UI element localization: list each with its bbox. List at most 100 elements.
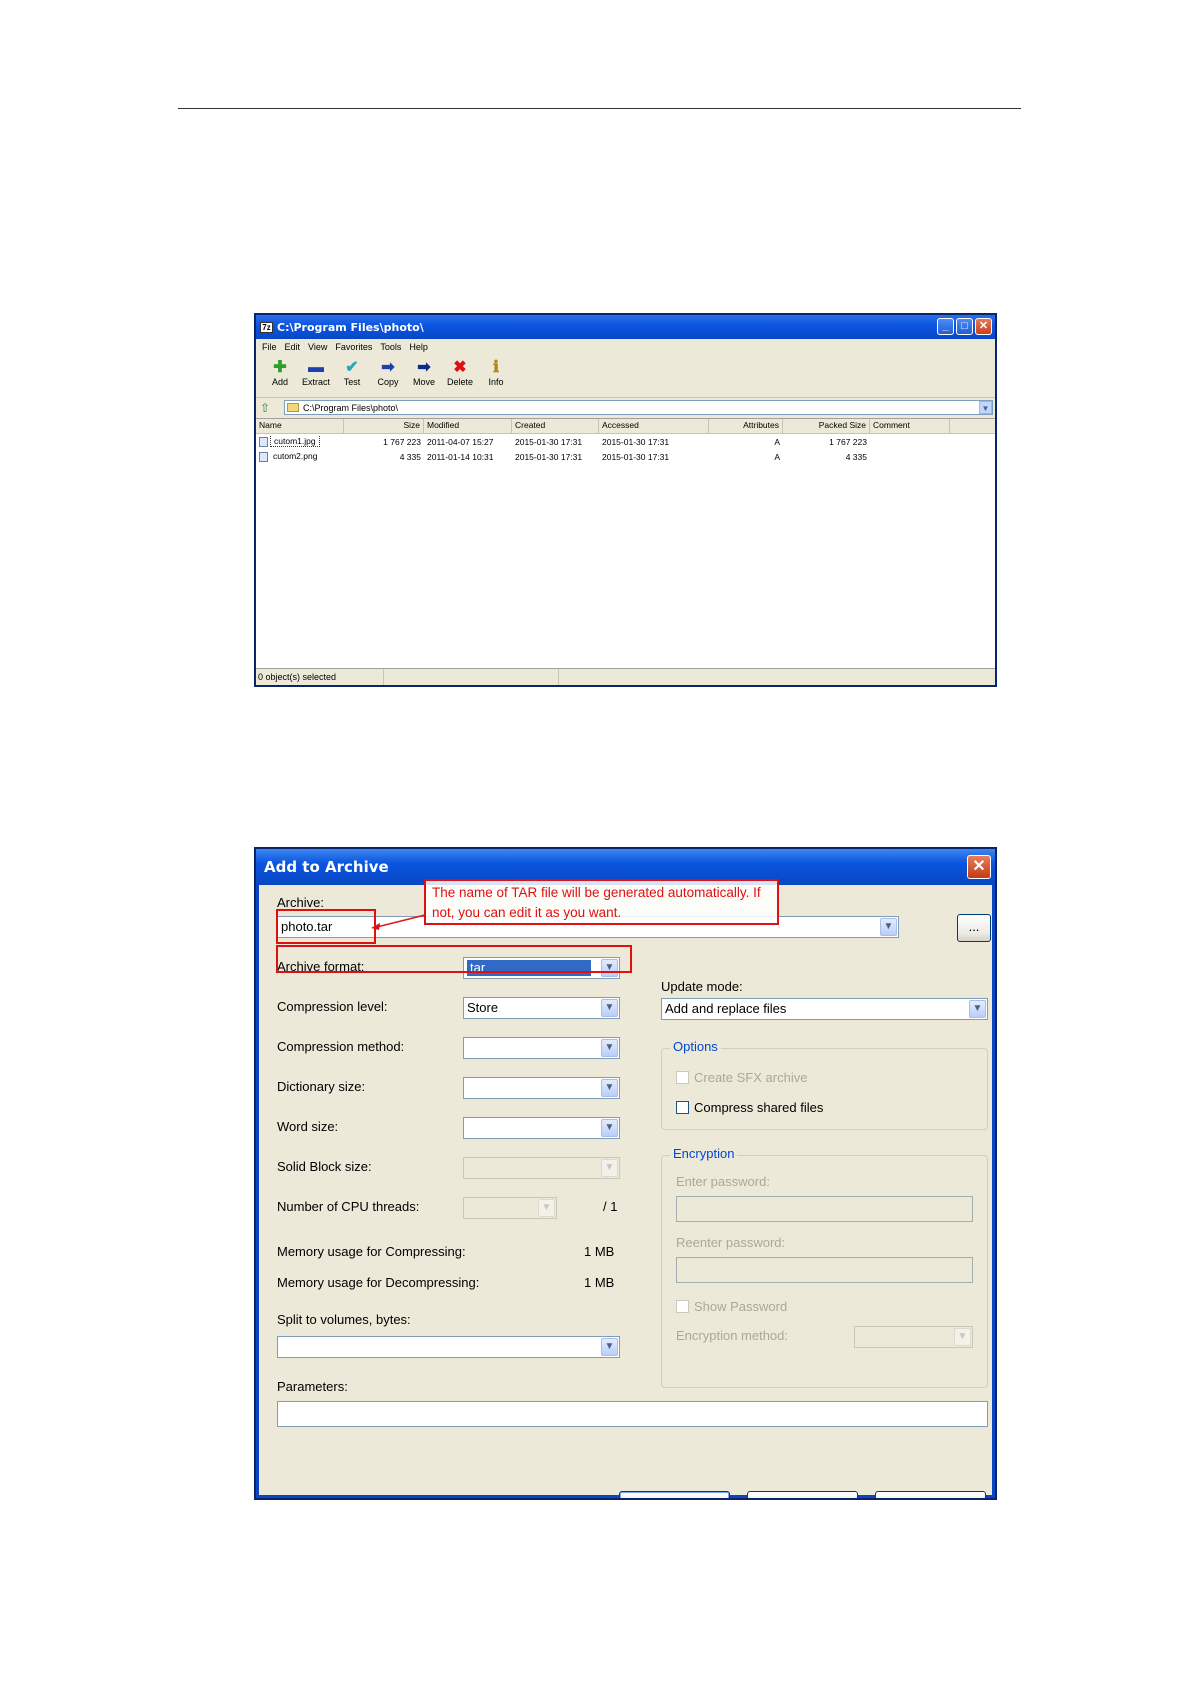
- minimize-button[interactable]: _: [937, 318, 954, 335]
- extract-label: Extract: [301, 377, 330, 387]
- file-modified: 2011-01-14 10:31: [427, 451, 494, 462]
- encryption-method-select[interactable]: ▼: [854, 1326, 973, 1348]
- move-button[interactable]: ➡ Move: [406, 355, 442, 397]
- column-attributes[interactable]: Attributes: [709, 419, 783, 433]
- file-modified: 2011-04-07 15:27: [427, 436, 494, 447]
- address-bar: ⇧ C:\Program Files\photo\ ▼: [256, 398, 995, 419]
- file-list[interactable]: Name Size Modified Created Accessed Attr…: [256, 418, 995, 669]
- add-label: Add: [271, 377, 288, 387]
- update-mode-select[interactable]: Add and replace files ▼: [661, 998, 988, 1020]
- checkbox-box[interactable]: [676, 1071, 689, 1084]
- file-manager-title: C:\Program Files\photo\: [277, 320, 424, 334]
- cpu-threads-select[interactable]: ▼: [463, 1197, 557, 1219]
- table-row[interactable]: cutom2.png 4 335 2011-01-14 10:31 2015-0…: [256, 449, 995, 464]
- image-file-icon: [259, 451, 268, 462]
- compression-method-select[interactable]: ▼: [463, 1037, 620, 1059]
- info-icon: ℹ: [492, 359, 500, 376]
- create-sfx-checkbox[interactable]: Create SFX archive: [676, 1070, 807, 1085]
- file-manager-title-bar[interactable]: 7z C:\Program Files\photo\ _ □ ✕: [256, 315, 995, 339]
- encryption-method-label: Encryption method:: [676, 1328, 789, 1343]
- archive-label: Archive:: [277, 895, 324, 910]
- memory-decompress-label: Memory usage for Decompressing:: [277, 1275, 480, 1290]
- column-created[interactable]: Created: [512, 419, 599, 433]
- chevron-down-icon: ▼: [954, 1328, 971, 1346]
- chevron-down-icon[interactable]: ▼: [601, 1079, 618, 1097]
- reenter-password-input[interactable]: [676, 1257, 973, 1283]
- cpu-threads-label: Number of CPU threads:: [277, 1199, 420, 1214]
- memory-compress-label: Memory usage for Compressing:: [277, 1244, 466, 1259]
- file-packed-size: 1 767 223: [829, 436, 867, 447]
- delete-x-icon: ✖: [453, 359, 467, 376]
- help-button[interactable]: Help: [875, 1491, 986, 1498]
- menu-tools[interactable]: Tools: [378, 342, 407, 352]
- split-volumes-label: Split to volumes, bytes:: [277, 1312, 411, 1327]
- annotation-arrow: [371, 914, 426, 930]
- copy-button[interactable]: ➡ Copy: [370, 355, 406, 397]
- chevron-down-icon[interactable]: ▼: [880, 918, 897, 936]
- word-size-select[interactable]: ▼: [463, 1117, 620, 1139]
- compression-method-label: Compression method:: [277, 1039, 405, 1054]
- checkbox-box[interactable]: [676, 1101, 689, 1114]
- column-comment[interactable]: Comment: [870, 419, 950, 433]
- solid-block-size-select[interactable]: ▼: [463, 1157, 620, 1179]
- menu-view[interactable]: View: [306, 342, 333, 352]
- image-file-icon: [259, 436, 268, 447]
- browse-button[interactable]: ...: [957, 914, 991, 942]
- copy-arrow-icon: ➡: [381, 359, 395, 376]
- minus-icon: ▬: [308, 359, 324, 376]
- column-accessed[interactable]: Accessed: [599, 419, 709, 433]
- table-row[interactable]: cutom1.jpg 1 767 223 2011-04-07 15:27 20…: [256, 434, 995, 449]
- chevron-down-icon[interactable]: ▼: [969, 1000, 986, 1018]
- menu-bar: File Edit View Favorites Tools Help: [256, 339, 995, 355]
- delete-label: Delete: [446, 377, 473, 387]
- dialog-title: Add to Archive: [264, 858, 389, 876]
- show-password-checkbox[interactable]: Show Password: [676, 1299, 787, 1314]
- maximize-button[interactable]: □: [956, 318, 973, 335]
- word-size-label: Word size:: [277, 1119, 339, 1134]
- menu-edit[interactable]: Edit: [283, 342, 307, 352]
- extract-button[interactable]: ▬ Extract: [298, 355, 334, 397]
- file-created: 2015-01-30 17:31: [515, 436, 583, 447]
- chevron-down-icon[interactable]: ▼: [601, 1039, 618, 1057]
- create-sfx-label: Create SFX archive: [694, 1070, 808, 1085]
- compress-shared-checkbox[interactable]: Compress shared files: [676, 1100, 823, 1115]
- compression-level-select[interactable]: Store ▼: [463, 997, 620, 1019]
- chevron-down-icon[interactable]: ▼: [979, 401, 992, 414]
- menu-file[interactable]: File: [260, 342, 283, 352]
- ok-button[interactable]: OK: [619, 1491, 730, 1498]
- column-name[interactable]: Name: [256, 419, 344, 433]
- checkbox-box[interactable]: [676, 1300, 689, 1313]
- delete-button[interactable]: ✖ Delete: [442, 355, 478, 397]
- options-group: Options Create SFX archive Compress shar…: [661, 1039, 988, 1130]
- chevron-down-icon[interactable]: ▼: [601, 999, 618, 1017]
- update-mode-value: Add and replace files: [665, 1001, 787, 1016]
- dictionary-size-label: Dictionary size:: [277, 1079, 366, 1094]
- file-attributes: A: [774, 451, 780, 462]
- annotation-callout: The name of TAR file will be generated a…: [424, 879, 779, 925]
- column-packed-size[interactable]: Packed Size: [783, 419, 870, 433]
- column-size[interactable]: Size: [344, 419, 424, 433]
- info-button[interactable]: ℹ Info: [478, 355, 514, 397]
- menu-help[interactable]: Help: [407, 342, 434, 352]
- chevron-down-icon[interactable]: ▼: [601, 1119, 618, 1137]
- parameters-input[interactable]: [277, 1401, 988, 1427]
- up-folder-icon[interactable]: ⇧: [260, 401, 276, 415]
- split-volumes-combo[interactable]: ▼: [277, 1336, 620, 1358]
- cancel-button[interactable]: Cancel: [747, 1491, 858, 1498]
- column-modified[interactable]: Modified: [424, 419, 512, 433]
- dictionary-size-select[interactable]: ▼: [463, 1077, 620, 1099]
- file-accessed: 2015-01-30 17:31: [602, 451, 670, 462]
- menu-favorites[interactable]: Favorites: [333, 342, 378, 352]
- chevron-down-icon[interactable]: ▼: [601, 1338, 618, 1356]
- encryption-legend: Encryption: [670, 1146, 738, 1161]
- enter-password-input[interactable]: [676, 1196, 973, 1222]
- test-button[interactable]: ✔ Test: [334, 355, 370, 397]
- path-input[interactable]: C:\Program Files\photo\: [284, 400, 993, 415]
- reenter-password-label: Reenter password:: [676, 1235, 786, 1250]
- move-arrow-icon: ➡: [417, 359, 431, 376]
- toolbar: ✚ Add ▬ Extract ✔ Test ➡ Copy ➡ Move ✖ D…: [256, 355, 995, 398]
- add-button[interactable]: ✚ Add: [262, 355, 298, 397]
- dialog-close-button[interactable]: ✕: [967, 855, 991, 879]
- close-button[interactable]: ✕: [975, 318, 992, 335]
- file-attributes: A: [774, 436, 780, 447]
